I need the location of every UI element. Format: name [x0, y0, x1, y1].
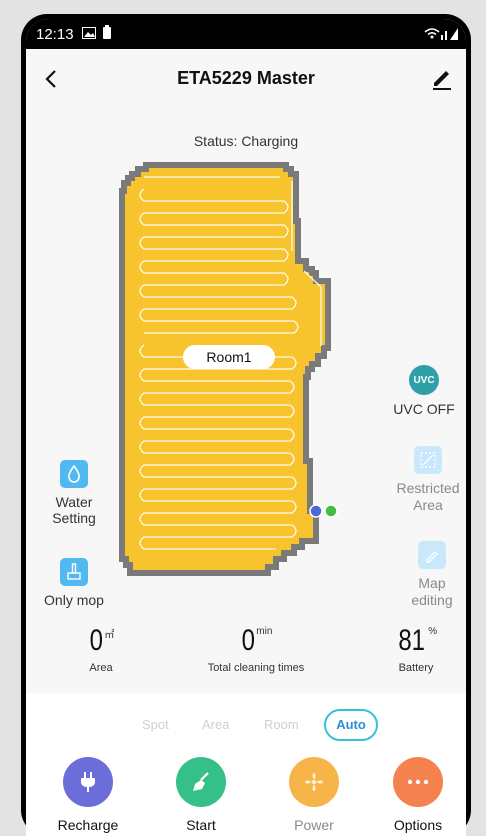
- clock: 12:13: [36, 25, 74, 43]
- cleaning-time-stat: 0 min Total cleaning times: [186, 624, 326, 674]
- page-title: ETA5229 Master: [177, 68, 315, 88]
- time-label: Total cleaning times: [207, 662, 305, 674]
- signal-wifi-icon: [424, 26, 458, 44]
- options-label: Options: [393, 817, 443, 833]
- battery-stat: 81% Battery: [376, 624, 456, 674]
- battery-saver-icon: [102, 25, 112, 43]
- water-drop-icon: [60, 460, 88, 488]
- mode-spot[interactable]: Spot: [142, 717, 169, 732]
- uvc-toggle[interactable]: UVC UVC OFF: [388, 365, 460, 417]
- area-label: Area: [89, 662, 113, 674]
- mode-selector: Spot Area Room Auto: [26, 709, 466, 743]
- mode-room[interactable]: Room: [264, 717, 299, 732]
- status-bar: 12:13: [26, 19, 466, 49]
- uvc-label: UVC OFF: [393, 401, 455, 417]
- water-setting-label: Water Setting: [52, 494, 96, 526]
- map-edit-icon: [418, 541, 446, 569]
- time-value: 0: [241, 624, 255, 657]
- broom-icon: [176, 757, 226, 807]
- options-button[interactable]: Options: [378, 757, 458, 833]
- battery-unit: %: [428, 626, 438, 637]
- only-mop-label: Only mop: [44, 592, 104, 608]
- start-label: Start: [186, 817, 216, 833]
- fan-icon: [289, 757, 339, 807]
- map-editing-button[interactable]: Map editing: [402, 541, 462, 609]
- area-stat: 0 ㎡ Area: [56, 624, 146, 674]
- recharge-button[interactable]: Recharge: [48, 757, 128, 833]
- area-unit: ㎡: [104, 630, 115, 641]
- recharge-label: Recharge: [57, 817, 119, 833]
- power-button[interactable]: Power: [274, 757, 354, 833]
- edit-button[interactable]: [430, 65, 454, 91]
- uvc-icon-text: UVC: [413, 374, 435, 386]
- mode-auto[interactable]: Auto: [324, 709, 378, 741]
- mop-icon: [60, 558, 88, 586]
- restricted-area-button[interactable]: Restricted Area: [390, 446, 466, 514]
- battery-label: Battery: [398, 662, 434, 674]
- restricted-area-label: Restricted Area: [396, 480, 460, 513]
- time-unit: min: [256, 626, 273, 637]
- water-setting-button[interactable]: Water Setting: [44, 460, 104, 526]
- robot-status: Status: Charging: [193, 133, 299, 149]
- only-mop-button[interactable]: Only mop: [34, 558, 114, 608]
- app-header: ETA5229 Master: [26, 49, 466, 109]
- start-button[interactable]: Start: [161, 757, 241, 833]
- control-panel: Spot Area Room Auto Recharge Start Power: [26, 693, 466, 836]
- pencil-icon: [433, 71, 451, 90]
- area-value: 0: [89, 624, 103, 657]
- power-label: Power: [294, 817, 334, 833]
- more-dots-icon: [393, 757, 443, 807]
- map-editing-label: Map editing: [411, 575, 453, 608]
- robot-marker: [309, 504, 338, 518]
- phone-frame: 12:13 ETA5229 Master Status: Charging Ro…: [21, 14, 471, 836]
- plug-icon: [63, 757, 113, 807]
- mode-area[interactable]: Area: [202, 717, 229, 732]
- cleaning-map[interactable]: [116, 161, 376, 591]
- restricted-area-icon: [414, 446, 442, 474]
- app-screen: 12:13 ETA5229 Master Status: Charging Ro…: [26, 19, 466, 836]
- battery-value: 81: [398, 624, 425, 657]
- room-label[interactable]: Room1: [183, 345, 275, 369]
- image-icon: [81, 26, 96, 43]
- uvc-icon: UVC: [409, 365, 439, 395]
